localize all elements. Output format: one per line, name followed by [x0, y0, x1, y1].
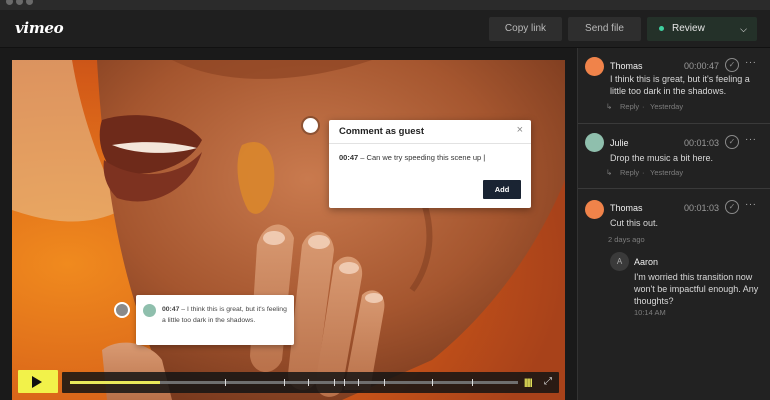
reply-link[interactable]: Reply — [620, 168, 639, 177]
comment-timestamp[interactable]: 00:00:47 — [684, 61, 719, 71]
reply-link[interactable]: Reply — [620, 102, 639, 111]
play-button[interactable] — [18, 370, 58, 393]
review-dropdown[interactable]: Review ⌵ — [647, 17, 757, 41]
add-button[interactable]: Add — [483, 180, 521, 199]
more-options-icon[interactable]: ··· — [745, 57, 757, 68]
comment-tick[interactable] — [472, 379, 473, 386]
comment-timestamp[interactable]: 00:01:03 — [684, 138, 719, 148]
comment-text: Cut this out. — [610, 218, 659, 228]
reply-author: Aaron — [634, 257, 659, 267]
resolve-check-icon[interactable]: ✓ — [725, 135, 739, 149]
more-options-icon[interactable]: ··· — [745, 199, 757, 210]
top-bar: vimeo Copy link Send file Review ⌵ — [0, 10, 770, 48]
progress-fill — [70, 381, 160, 384]
window-zoom-dot[interactable] — [26, 0, 33, 5]
comment-tick[interactable] — [308, 379, 309, 386]
avatar — [585, 133, 604, 152]
comments-panel: Thomas 00:00:47 ✓ ··· I think this is gr… — [578, 48, 770, 400]
comment-input[interactable]: 00:47 – Can we try speeding this scene u… — [339, 153, 485, 162]
comment-timestamp[interactable]: 00:01:03 — [684, 203, 719, 213]
avatar — [585, 200, 604, 219]
comment-text: I think this is great, but it's feeling … — [610, 74, 750, 96]
window-titlebar — [0, 0, 770, 10]
bubble-comment: – I think this is great, but it's feelin… — [162, 306, 287, 324]
comment-dialog: Comment as guest × 00:47 – Can we try sp… — [329, 120, 531, 208]
comment-tick[interactable] — [334, 379, 335, 386]
comment-date: Yesterday — [650, 168, 684, 177]
vimeo-logo[interactable]: vimeo — [15, 19, 64, 37]
close-icon[interactable]: × — [517, 124, 523, 136]
playback-bar: ||||| ⤢ — [62, 372, 559, 393]
copy-link-button[interactable]: Copy link — [489, 17, 562, 41]
video-still — [12, 60, 565, 400]
more-options-icon[interactable]: ··· — [745, 134, 757, 145]
resolve-check-icon[interactable]: ✓ — [725, 200, 739, 214]
comment-tick[interactable] — [225, 379, 226, 386]
comment-tick[interactable] — [344, 379, 345, 386]
window-minimize-dot[interactable] — [16, 0, 23, 5]
comment-text: Drop the music a bit here. — [610, 153, 714, 163]
reply-text: I'm worried this transition now won't be… — [634, 272, 759, 306]
play-icon — [32, 376, 42, 388]
send-file-button[interactable]: Send file — [568, 17, 641, 41]
comment-author: Thomas — [610, 61, 643, 71]
comment-item[interactable]: Thomas 00:00:47 ✓ ··· I think this is gr… — [578, 48, 770, 124]
comment-item[interactable]: Thomas 00:01:03 ✓ ··· Cut this out. 2 da… — [578, 190, 770, 400]
comment-date: 2 days ago — [608, 235, 645, 244]
dot-separator: · — [642, 102, 645, 111]
bubble-timestamp: 00:47 — [162, 306, 180, 313]
comment-item[interactable]: Julie 00:01:03 ✓ ··· Drop the music a bi… — [578, 125, 770, 189]
bubble-text: 00:47 – I think this is great, but it's … — [162, 304, 290, 326]
dot-separator: · — [642, 168, 645, 177]
comment-date: Yesterday — [650, 102, 684, 111]
reply-arrow-icon: ↳ — [606, 168, 613, 177]
input-timestamp: 00:47 — [339, 153, 359, 162]
comment-author: Julie — [610, 138, 629, 148]
video-comment-bubble[interactable]: 00:47 – I think this is great, but it's … — [136, 295, 294, 345]
resolve-check-icon[interactable]: ✓ — [725, 58, 739, 72]
comment-pin-marker[interactable] — [114, 302, 130, 318]
timeline-comment-marker[interactable] — [303, 118, 318, 133]
chevron-down-icon: ⌵ — [740, 24, 747, 34]
dialog-title: Comment as guest — [339, 126, 424, 137]
reply-item[interactable]: A Aaron I'm worried this transition now … — [610, 252, 766, 332]
reply-arrow-icon: ↳ — [606, 102, 613, 111]
input-text: – Can we try speeding this scene up — [358, 153, 482, 162]
video-frame[interactable] — [12, 60, 565, 400]
comment-author: Thomas — [610, 203, 643, 213]
comment-tick[interactable] — [284, 379, 285, 386]
text-cursor: | — [481, 153, 486, 162]
comment-tick[interactable] — [384, 379, 385, 386]
avatar — [585, 57, 604, 76]
status-dot-icon — [659, 26, 664, 31]
dialog-header: Comment as guest × — [329, 120, 531, 144]
review-label: Review — [672, 23, 705, 34]
window-close-dot[interactable] — [6, 0, 13, 5]
player-stage — [0, 48, 578, 400]
avatar — [143, 304, 156, 317]
reply-avatar: A — [610, 252, 629, 271]
comment-tick[interactable] — [358, 379, 359, 386]
fullscreen-icon[interactable]: ⤢ — [544, 376, 552, 387]
comment-tick[interactable] — [432, 379, 433, 386]
volume-icon[interactable]: ||||| — [524, 377, 533, 387]
reply-time: 10:14 AM — [634, 308, 666, 317]
